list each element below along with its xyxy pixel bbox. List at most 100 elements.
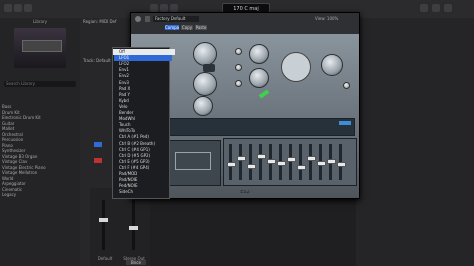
rewind-icon[interactable]: [150, 4, 158, 12]
menu-item[interactable]: Touch: [119, 122, 167, 128]
fader-cap[interactable]: [307, 155, 316, 161]
filter-resonance-knob[interactable]: [249, 68, 269, 88]
menu-item[interactable]: Pad X: [119, 86, 167, 92]
library-item[interactable]: Cinematic: [2, 187, 78, 192]
fader-cap[interactable]: [277, 160, 286, 166]
library-toggle-icon[interactable]: [4, 4, 12, 12]
menu-item[interactable]: Pad Y: [119, 92, 167, 98]
knob-mini[interactable]: [235, 48, 242, 55]
knob-mini[interactable]: [343, 82, 350, 89]
bounce-button[interactable]: Bnce: [126, 260, 146, 265]
menu-item[interactable]: Ctrl E (#5 GP3): [119, 159, 167, 165]
loops-icon[interactable]: [432, 4, 440, 12]
modulation-source-menu[interactable]: Off LFO1 LFO2 Env1 Env2 Env3 Pad X Pad Y Kybd Vel…: [112, 47, 175, 199]
envelope-fader[interactable]: [327, 144, 336, 180]
input-monitor-button[interactable]: [94, 142, 102, 147]
menu-item[interactable]: Ctrl D (#5 GP2): [119, 153, 167, 159]
osc1-knob[interactable]: [193, 42, 217, 66]
envelope-fader[interactable]: [317, 144, 326, 180]
knob-mini[interactable]: [235, 64, 242, 71]
menu-item[interactable]: Velo: [119, 104, 167, 110]
menu-item[interactable]: Ped/NOIE: [119, 183, 167, 189]
envelope-fader[interactable]: [247, 144, 256, 180]
library-item[interactable]: Guitar: [2, 121, 78, 126]
envelope-fader[interactable]: [337, 144, 346, 180]
previous-preset-icon[interactable]: [145, 16, 150, 22]
tab-paste[interactable]: Paste: [195, 25, 207, 30]
envelope-fader[interactable]: [287, 144, 296, 180]
preset-selector[interactable]: Factory Default: [153, 16, 199, 22]
library-item[interactable]: Vintage Clav: [2, 159, 78, 164]
menu-item[interactable]: SideCh: [119, 189, 167, 195]
menu-item[interactable]: Env1: [119, 67, 167, 73]
filter-blend-dial[interactable]: [281, 52, 311, 82]
fader-cap[interactable]: [267, 158, 276, 164]
menu-item[interactable]: ModWhl: [119, 116, 167, 122]
menu-item[interactable]: Ctrl F (#4 GP4): [119, 165, 167, 171]
menu-item[interactable]: Bender: [119, 110, 167, 116]
fader-cap[interactable]: [227, 162, 236, 168]
envelope-fader[interactable]: [277, 144, 286, 180]
menu-item[interactable]: LFO1: [114, 55, 172, 62]
fader-cap[interactable]: [297, 165, 306, 171]
view-zoom[interactable]: View: 100%: [315, 16, 355, 21]
power-icon[interactable]: [135, 16, 141, 22]
router-vector-button[interactable]: [339, 121, 351, 125]
fader-cap[interactable]: [337, 162, 346, 168]
envelope-fader[interactable]: [297, 144, 306, 180]
menu-item[interactable]: Ctrl B (#2 Breath): [119, 141, 167, 147]
envelope-fader[interactable]: [267, 144, 276, 180]
library-item[interactable]: Legacy: [2, 192, 78, 197]
library-item[interactable]: Vintage B3 Organ: [2, 154, 78, 159]
inspector-toggle-icon[interactable]: [14, 4, 22, 12]
fader-cap[interactable]: [327, 158, 336, 164]
menu-item[interactable]: Ctrl A (#1 Ped): [119, 134, 167, 140]
menu-item[interactable]: WhlToTo: [119, 128, 167, 134]
osc2-knob[interactable]: [193, 72, 217, 96]
library-item[interactable]: Synthesizer: [2, 148, 78, 153]
menu-item[interactable]: Off: [113, 49, 175, 55]
record-icon[interactable]: [170, 4, 178, 12]
filter-cutoff-knob[interactable]: [249, 44, 269, 64]
help-icon[interactable]: [24, 4, 32, 12]
fader-cap[interactable]: [287, 157, 296, 163]
fader-cap[interactable]: [237, 155, 246, 161]
fader-cap[interactable]: [247, 163, 256, 169]
osc3-knob[interactable]: [193, 96, 213, 116]
volume-knob[interactable]: [321, 54, 343, 76]
envelope-fader[interactable]: [257, 144, 266, 180]
search-input[interactable]: Search Library: [4, 81, 76, 87]
menu-item[interactable]: Ctrl C (#4 GP1): [119, 147, 167, 153]
browser-icon[interactable]: [444, 4, 452, 12]
menu-item[interactable]: Pad/MOD: [119, 171, 167, 177]
library-item[interactable]: Arpeggiator: [2, 181, 78, 186]
envelope-fader[interactable]: [307, 144, 316, 180]
notepad-icon[interactable]: [420, 4, 428, 12]
fader-cap[interactable]: [317, 160, 326, 166]
menu-item[interactable]: Kybd: [119, 98, 167, 104]
record-enable-button[interactable]: [94, 158, 102, 163]
menu-item[interactable]: LFO2: [119, 61, 167, 67]
knob-mini[interactable]: [235, 80, 242, 87]
menu-item[interactable]: Env2: [119, 73, 167, 79]
library-item[interactable]: Bass: [2, 104, 78, 109]
library-item[interactable]: World: [2, 176, 78, 181]
library-item[interactable]: Vintage Mellotron: [2, 170, 78, 175]
output-fader[interactable]: [129, 226, 138, 230]
tab-compare[interactable]: Compare: [165, 25, 179, 30]
tab-copy[interactable]: Copy: [181, 25, 193, 30]
envelope-fader[interactable]: [227, 144, 236, 180]
fader-cap[interactable]: [257, 153, 266, 159]
library-item[interactable]: Electronic Drum Kit: [2, 115, 78, 120]
library-item[interactable]: Piano: [2, 143, 78, 148]
library-item[interactable]: Orchestral: [2, 132, 78, 137]
library-item[interactable]: Mallet: [2, 126, 78, 131]
library-item[interactable]: Percussion: [2, 137, 78, 142]
volume-fader[interactable]: [99, 218, 108, 222]
menu-item[interactable]: Pad/NOIE: [119, 177, 167, 183]
osc-mix-triangle[interactable]: [203, 64, 215, 72]
library-item[interactable]: Drum Kit: [2, 110, 78, 115]
menu-item[interactable]: Env3: [119, 80, 167, 86]
play-icon[interactable]: [160, 4, 168, 12]
library-item[interactable]: Vintage Electric Piano: [2, 165, 78, 170]
